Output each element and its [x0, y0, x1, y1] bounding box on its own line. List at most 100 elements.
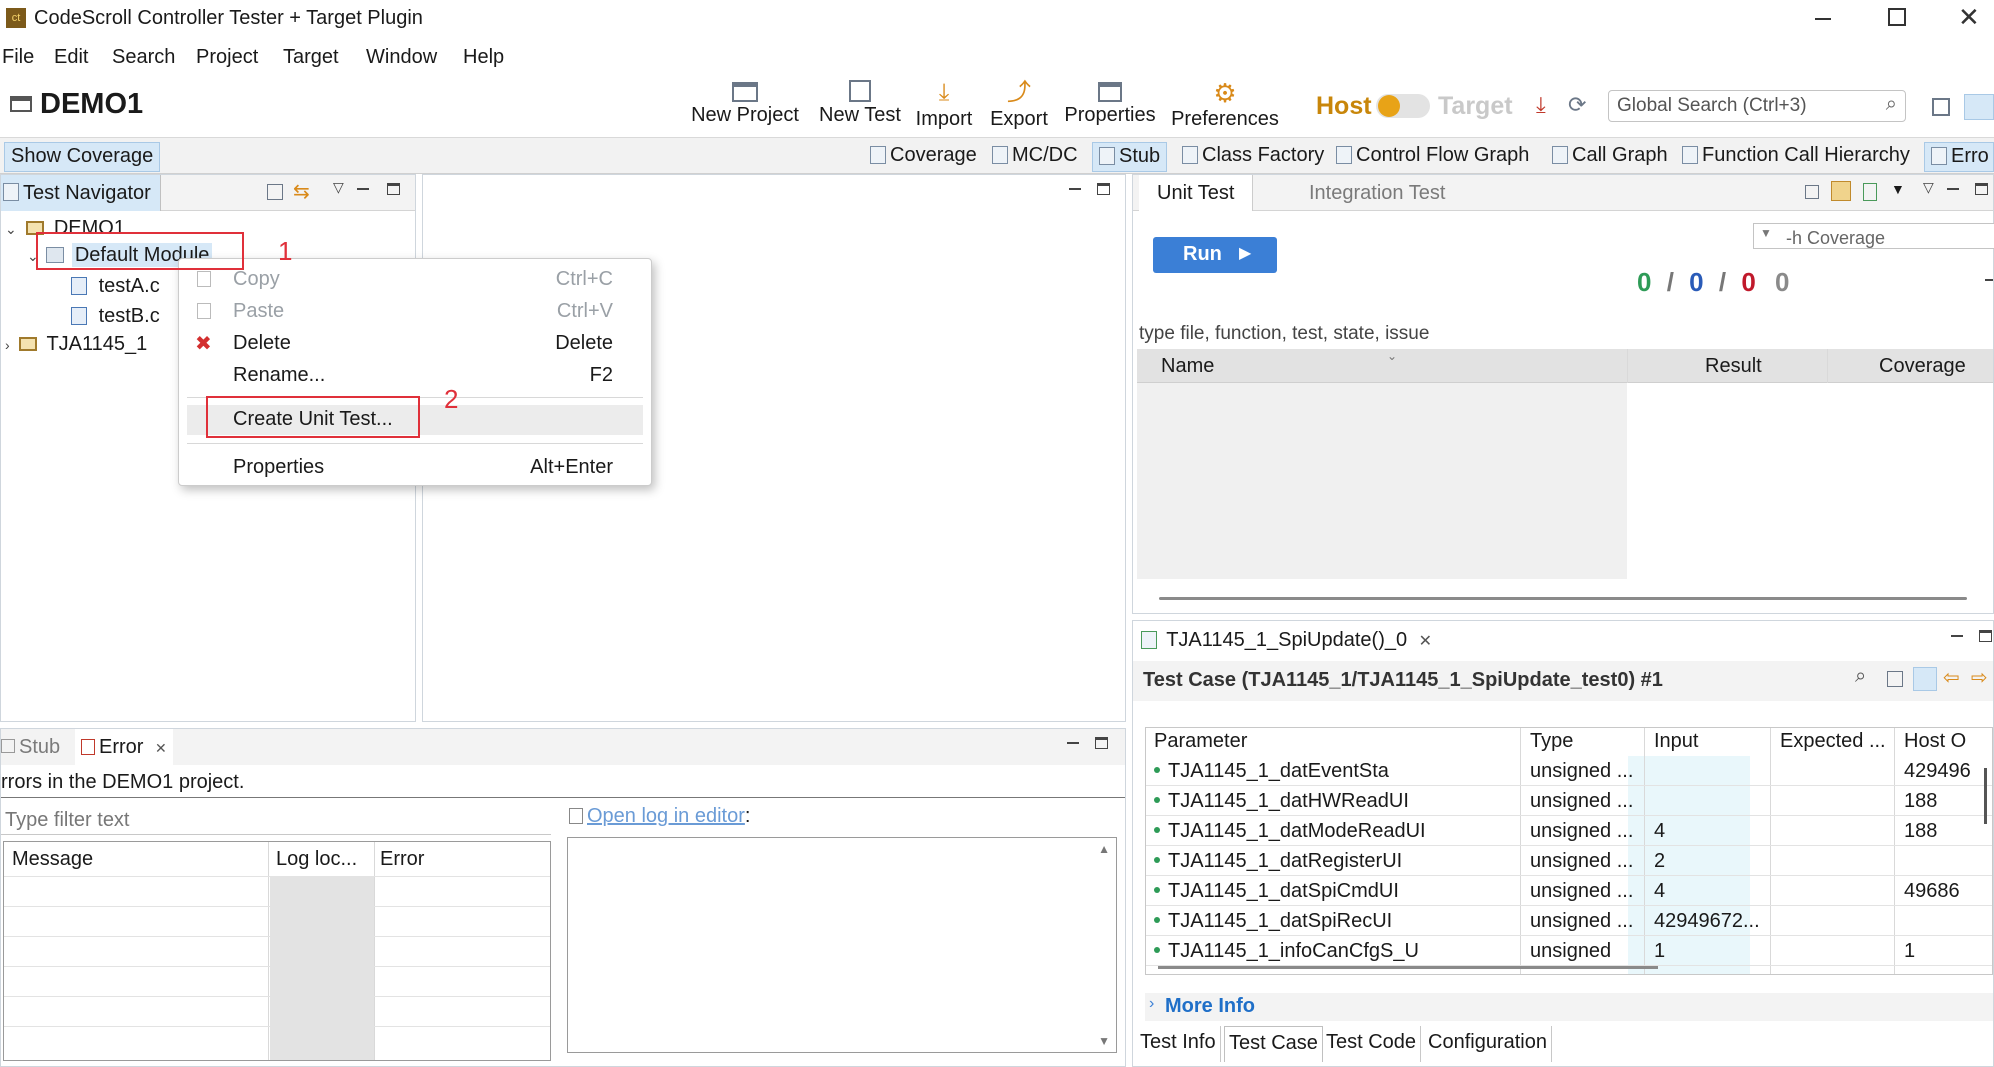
download-icon[interactable]: ⤓ — [1536, 92, 1546, 118]
menu-search[interactable]: Search — [112, 46, 175, 69]
tab-unit-test[interactable]: Unit Test — [1139, 175, 1254, 211]
collapse-all-icon[interactable] — [267, 184, 283, 200]
minimize-view-icon[interactable] — [1951, 635, 1963, 637]
tab-test-case[interactable]: Test Case — [1224, 1026, 1323, 1062]
col-host-output[interactable]: Host O — [1904, 730, 1966, 753]
col-message[interactable]: Message — [12, 848, 93, 871]
scroll-up-icon[interactable]: ▲ — [1098, 842, 1110, 856]
view-error[interactable]: Erro — [1924, 142, 1994, 172]
list-view-icon[interactable] — [1913, 667, 1937, 691]
maximize-view-icon[interactable] — [387, 183, 400, 195]
close-tab-icon[interactable]: ✕ — [1419, 633, 1432, 650]
open-log-link[interactable]: Open log in editor: — [569, 805, 750, 828]
menu-file[interactable]: File — [2, 46, 34, 69]
collapse-icon[interactable] — [1805, 185, 1819, 199]
col-name[interactable]: Name — [1161, 355, 1214, 378]
test-case-tab[interactable]: TJA1145_1_SpiUpdate()_0 ✕ — [1141, 629, 1432, 652]
col-parameter[interactable]: Parameter — [1154, 730, 1247, 753]
table-row[interactable]: TJA1145_1_infoCanCfgS_U unsigned 1 1 — [1146, 936, 1992, 966]
minimize-view-icon[interactable] — [1069, 188, 1081, 190]
menu-help[interactable]: Help — [463, 46, 504, 69]
table-row[interactable]: TJA1145_1_datModeReadUI unsigned ... 4 188 — [1146, 816, 1992, 846]
error-filter-input[interactable]: Type filter text — [1, 805, 551, 835]
maximize-view-icon[interactable] — [1097, 183, 1110, 195]
new-test-button[interactable]: New Test — [810, 76, 910, 138]
view-menu-icon[interactable]: ▽ — [333, 179, 344, 196]
forward-arrow-icon[interactable]: ⇨ — [1971, 665, 1988, 690]
table-row[interactable]: TJA1145_1_datRegisterUI unsigned ... 2 — [1146, 846, 1992, 876]
view-mcdc[interactable]: MC/DC — [986, 142, 1084, 172]
table-row[interactable]: TJA1145_1_datHWReadUI unsigned ... 188 — [1146, 786, 1992, 816]
tree-file-testb[interactable]: testB.c — [71, 305, 160, 328]
menu-item-properties[interactable]: Properties Alt+Enter — [179, 453, 651, 483]
minimize-view-icon[interactable] — [1067, 742, 1079, 744]
log-text-area[interactable]: ▲ ▼ — [567, 837, 1117, 1053]
maximize-view-icon[interactable] — [1979, 630, 1992, 642]
host-target-toggle[interactable] — [1376, 94, 1430, 118]
sync-icon[interactable]: ⟳ — [1568, 92, 1586, 118]
coverage-combo[interactable]: ▼ -h Coverage — [1753, 223, 1994, 249]
new-project-button[interactable]: New Project — [686, 76, 804, 138]
menu-edit[interactable]: Edit — [54, 46, 88, 69]
close-icon[interactable]: ✕ — [1958, 2, 1980, 33]
vertical-scrollbar[interactable] — [1984, 768, 1987, 824]
col-type[interactable]: Type — [1530, 730, 1573, 753]
view-class-factory[interactable]: Class Factory — [1176, 142, 1330, 172]
tab-stub[interactable]: Stub — [1, 736, 60, 759]
filter-icon[interactable] — [1831, 181, 1851, 201]
tab-test-code[interactable]: Test Code — [1322, 1026, 1422, 1062]
scroll-down-icon[interactable]: ▼ — [1098, 1034, 1110, 1048]
dropdown-icon[interactable]: ▼ — [1891, 181, 1905, 197]
unit-test-filter[interactable]: type file, function, test, state, issue — [1139, 323, 1429, 345]
minimize-view-icon[interactable] — [1947, 188, 1959, 190]
table-row[interactable]: TJA1145_1_datSpiCmdUI unsigned ... 4 49686 — [1146, 876, 1992, 906]
menu-item-delete[interactable]: ✖ Delete Delete — [179, 329, 651, 359]
col-log-location[interactable]: Log loc... — [276, 848, 357, 871]
tree-project-tja1145[interactable]: › TJA1145_1 — [5, 333, 147, 356]
menu-item-rename[interactable]: Rename... F2 — [179, 361, 651, 391]
col-coverage[interactable]: Coverage — [1879, 355, 1966, 378]
maximize-view-icon[interactable] — [1975, 183, 1988, 195]
search-icon[interactable]: ⌕ — [1855, 665, 1866, 688]
horizontal-scrollbar[interactable] — [1158, 966, 1658, 969]
tree-file-testa[interactable]: testA.c — [71, 275, 160, 298]
col-input[interactable]: Input — [1654, 730, 1698, 753]
perspective-icon[interactable] — [1932, 98, 1950, 116]
maximize-view-icon[interactable] — [1095, 737, 1108, 749]
report-icon[interactable] — [1863, 183, 1877, 201]
minimize-icon[interactable] — [1815, 18, 1831, 20]
show-coverage-button[interactable]: Show Coverage — [4, 142, 161, 172]
tab-configuration[interactable]: Configuration — [1424, 1026, 1552, 1062]
back-arrow-icon[interactable]: ⇦ — [1943, 665, 1960, 690]
view-coverage[interactable]: Coverage — [864, 142, 983, 172]
link-editor-icon[interactable]: ⇆ — [293, 179, 310, 204]
test-navigator-tab[interactable]: Test Navigator — [1, 175, 161, 211]
tab-error[interactable]: Error ✕ — [75, 729, 173, 765]
import-button[interactable]: ⤓ Import — [910, 76, 978, 138]
properties-button[interactable]: Properties — [1058, 76, 1162, 138]
tab-integration-test[interactable]: Integration Test — [1309, 182, 1445, 205]
view-control-flow-graph[interactable]: Control Flow Graph — [1330, 142, 1535, 172]
menu-item-paste[interactable]: Paste Ctrl+V — [179, 297, 651, 327]
menu-project[interactable]: Project — [196, 46, 258, 69]
minimize-small-icon[interactable] — [1985, 279, 1993, 281]
view-function-call-hierarchy[interactable]: Function Call Hierarchy — [1676, 142, 1916, 172]
col-result[interactable]: Result — [1705, 355, 1762, 378]
tab-test-info[interactable]: Test Info — [1136, 1026, 1221, 1062]
view-menu-icon[interactable]: ▽ — [1923, 179, 1934, 196]
menu-item-copy[interactable]: Copy Ctrl+C — [179, 265, 651, 295]
col-error[interactable]: Error — [380, 848, 424, 871]
menu-window[interactable]: Window — [366, 46, 437, 69]
run-button[interactable]: Run ▶ — [1153, 237, 1277, 273]
tree-view-icon[interactable] — [1887, 671, 1903, 687]
export-button[interactable]: ⤴ Export — [986, 76, 1052, 138]
perspective-2-icon[interactable] — [1964, 94, 1994, 120]
global-search-field[interactable]: Global Search (Ctrl+3) ⌕ — [1608, 90, 1906, 122]
col-expected[interactable]: Expected ... — [1780, 730, 1886, 753]
more-info-section[interactable]: › More Info — [1145, 993, 1993, 1021]
view-call-graph[interactable]: Call Graph — [1546, 142, 1674, 172]
horizontal-scrollbar[interactable] — [1159, 597, 1967, 600]
preferences-button[interactable]: ⚙ Preferences — [1168, 76, 1282, 138]
close-tab-icon[interactable]: ✕ — [155, 740, 167, 756]
view-stub[interactable]: Stub — [1092, 142, 1168, 172]
